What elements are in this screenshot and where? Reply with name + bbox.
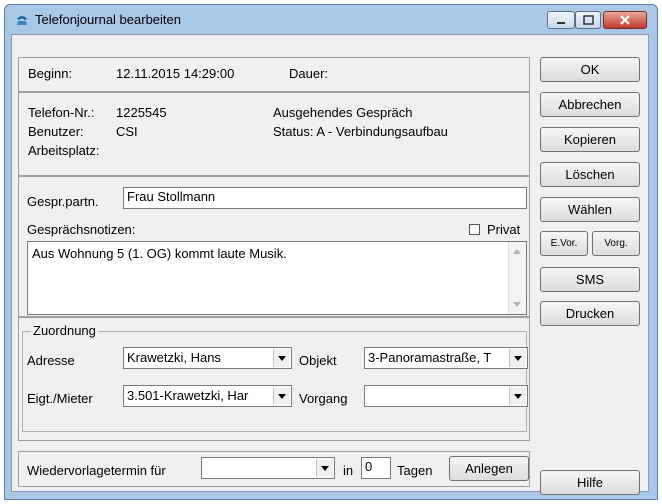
beginn-panel: Beginn: 12.11.2015 14:29:00 Dauer: (18, 57, 530, 92)
tage-label: Tagen (397, 463, 433, 478)
vorgang-label: Vorgang (299, 391, 348, 406)
chevron-down-icon[interactable] (509, 387, 526, 405)
evor-button[interactable]: E.Vor. (540, 231, 588, 256)
window-title: Telefonjournal bearbeiten (35, 12, 181, 27)
telefon-value: 1225545 (116, 105, 167, 120)
title-bar[interactable]: Telefonjournal bearbeiten (5, 5, 657, 35)
hilfe-button[interactable]: Hilfe (540, 470, 640, 495)
benutzer-value: CSI (116, 124, 138, 139)
eigt-select[interactable]: 3.501-Krawetzki, Har (123, 385, 292, 407)
adresse-value: Krawetzki, Hans (127, 350, 221, 365)
zuordnung-legend: Zuordnung (31, 323, 98, 338)
partner-label: Gespr.partn. (27, 194, 99, 209)
anlegen-button[interactable]: Anlegen (449, 456, 529, 481)
loeschen-button[interactable]: Löschen (540, 162, 640, 187)
notizen-label: Gesprächsnotizen: (27, 222, 136, 237)
wiedervorlage-label: Wiedervorlagetermin für (27, 463, 166, 478)
notizen-text: Aus Wohnung 5 (1. OG) kommt laute Musik. (32, 246, 287, 261)
objekt-label: Objekt (299, 353, 337, 368)
tage-input[interactable]: 0 (361, 457, 391, 479)
chevron-down-icon[interactable] (316, 459, 333, 477)
abbrechen-button[interactable]: Abbrechen (540, 92, 640, 117)
dialog-client-area: Beginn: 12.11.2015 14:29:00 Dauer: Telef… (11, 34, 649, 495)
minimize-button[interactable] (547, 11, 575, 29)
kopieren-button[interactable]: Kopieren (540, 127, 640, 152)
richtung-text: Ausgehendes Gespräch (273, 105, 413, 120)
vorgang-select[interactable] (364, 385, 528, 407)
beginn-value: 12.11.2015 14:29:00 (116, 66, 235, 81)
eigt-label: Eigt./Mieter (27, 391, 93, 406)
scroll-up-icon[interactable] (513, 249, 521, 254)
chevron-down-icon[interactable] (509, 349, 526, 367)
adresse-label: Adresse (27, 353, 75, 368)
telefon-label: Telefon-Nr.: (28, 105, 95, 120)
wiedervorlage-select[interactable] (201, 457, 335, 479)
dauer-label: Dauer: (289, 66, 329, 81)
close-button[interactable] (603, 11, 647, 29)
eigt-value: 3.501-Krawetzki, Har (127, 388, 249, 403)
scroll-down-icon[interactable] (513, 302, 521, 307)
beginn-label: Beginn: (28, 66, 73, 81)
maximize-icon (583, 15, 594, 25)
notizen-scrollbar[interactable] (508, 242, 526, 314)
in-label: in (343, 463, 354, 478)
notizen-textarea[interactable]: Aus Wohnung 5 (1. OG) kommt laute Musik. (27, 241, 527, 315)
partner-input[interactable]: Frau Stollmann (123, 187, 527, 209)
adresse-select[interactable]: Krawetzki, Hans (123, 347, 292, 369)
chevron-down-icon[interactable] (273, 387, 290, 405)
sms-button[interactable]: SMS (540, 267, 640, 292)
objekt-select[interactable]: 3-Panoramastraße, T (364, 347, 528, 369)
close-icon (620, 15, 630, 25)
chevron-down-icon[interactable] (273, 349, 290, 367)
vorg-button[interactable]: Vorg. (592, 231, 640, 256)
waehlen-button[interactable]: Wählen (540, 197, 640, 222)
privat-checkbox[interactable] (469, 224, 480, 235)
privat-label: Privat (487, 222, 521, 237)
maximize-button[interactable] (575, 11, 601, 29)
info-panel: Telefon-Nr.: 1225545 Ausgehendes Gespräc… (18, 92, 530, 176)
arbeitsplatz-label: Arbeitsplatz: (28, 143, 100, 158)
ok-button[interactable]: OK (540, 57, 640, 82)
objekt-value: 3-Panoramastraße, T (368, 350, 492, 365)
status-text: Status: A - Verbindungsaufbau (273, 124, 448, 139)
minimize-icon (557, 22, 565, 24)
drucken-button[interactable]: Drucken (540, 301, 640, 326)
phone-app-icon (17, 16, 27, 25)
benutzer-label: Benutzer: (28, 124, 84, 139)
